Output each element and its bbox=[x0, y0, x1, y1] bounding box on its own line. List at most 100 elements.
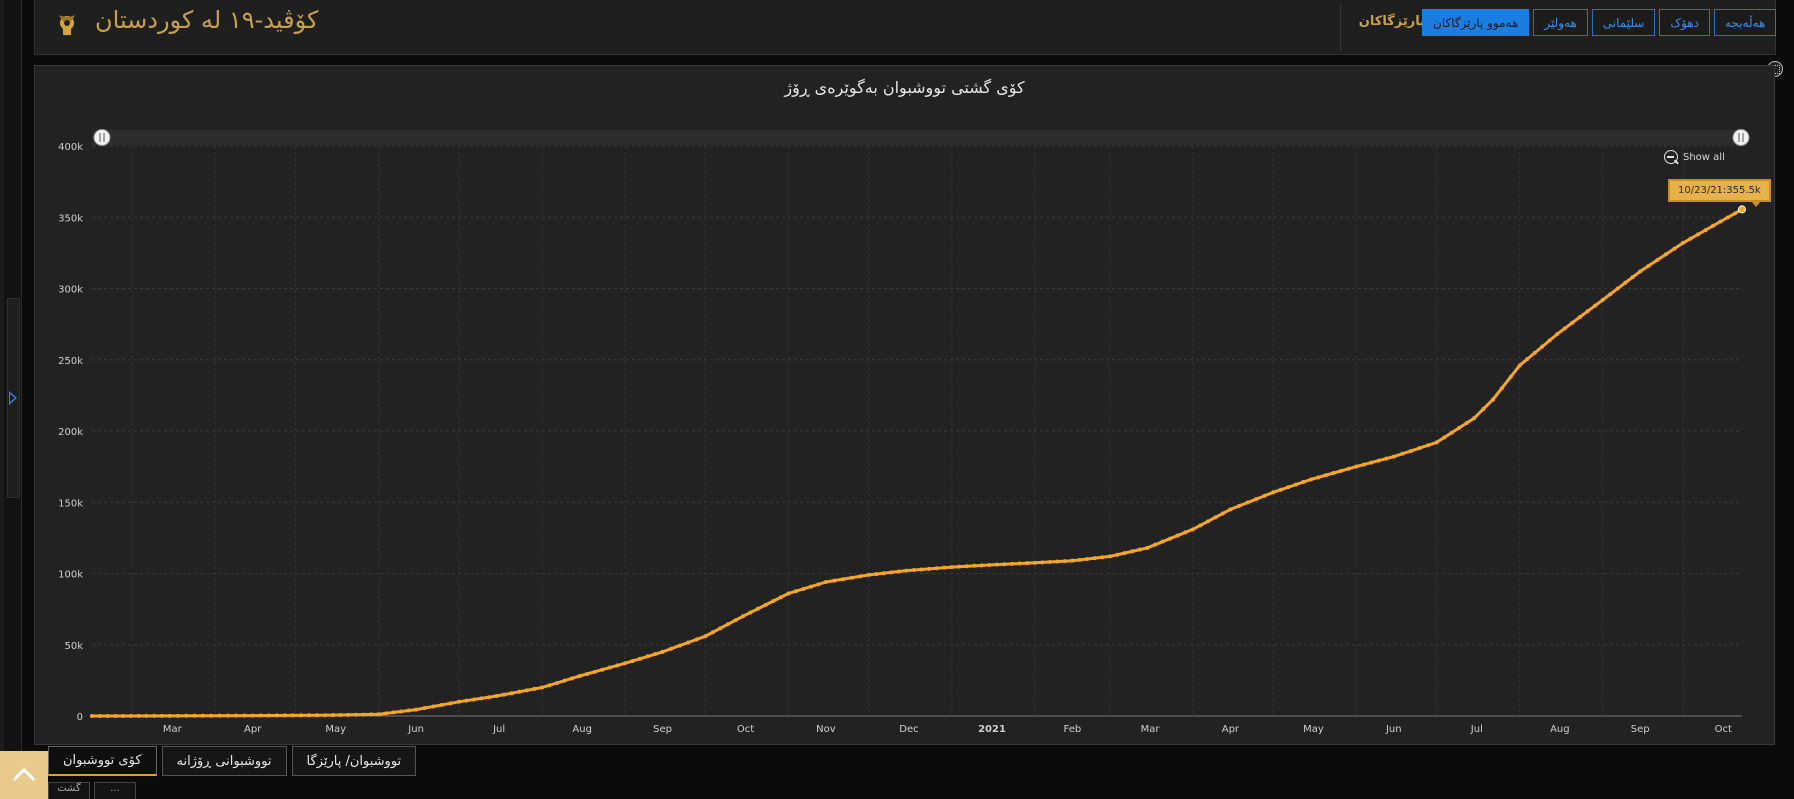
data-point bbox=[562, 678, 567, 683]
series-line bbox=[91, 208, 1743, 718]
data-point bbox=[1417, 446, 1422, 451]
data-point bbox=[949, 565, 954, 570]
data-point bbox=[686, 640, 691, 645]
scroll-to-top-button[interactable] bbox=[0, 751, 48, 799]
tab-1[interactable]: تووشبوانی ڕۆژانە bbox=[161, 746, 287, 776]
data-point bbox=[1198, 523, 1203, 528]
data-point bbox=[456, 699, 461, 704]
range-scrollbar bbox=[92, 130, 1742, 145]
data-point bbox=[1585, 309, 1590, 314]
x-tick-label: Aug bbox=[572, 724, 592, 735]
data-point bbox=[911, 568, 916, 573]
x-tick-label: Sep bbox=[1631, 724, 1650, 735]
data-point bbox=[331, 713, 336, 718]
bottom-strip-tab[interactable]: گشت bbox=[48, 782, 90, 799]
data-point bbox=[479, 696, 484, 701]
data-point bbox=[234, 713, 239, 718]
data-point bbox=[1040, 560, 1045, 565]
data-point bbox=[422, 706, 427, 711]
app-root: کۆڤید-١٩ لە کوردستان پارێزگاکان هەموو پا… bbox=[0, 0, 1794, 799]
data-point bbox=[353, 712, 358, 717]
data-point bbox=[1472, 416, 1477, 421]
data-point bbox=[725, 622, 730, 627]
data-point bbox=[486, 695, 491, 700]
data-point bbox=[1508, 374, 1513, 379]
data-point bbox=[152, 713, 157, 718]
data-point bbox=[1361, 462, 1366, 467]
data-point bbox=[653, 652, 658, 657]
data-point bbox=[703, 634, 708, 639]
data-point bbox=[858, 574, 863, 579]
data-point bbox=[1236, 503, 1241, 508]
show-all-button[interactable]: Show all bbox=[1664, 150, 1725, 164]
cumulative-cases-chart: 0 50k 100k 150k 200k 250k 300k 350k 400k Mar Apr Ma… bbox=[58, 129, 1750, 735]
data-point bbox=[517, 689, 522, 694]
data-point bbox=[740, 614, 745, 619]
range-handle-left[interactable] bbox=[93, 129, 111, 146]
data-point bbox=[1092, 556, 1097, 561]
data-point bbox=[786, 591, 791, 596]
bottom-strip-tab[interactable]: ... bbox=[94, 782, 136, 799]
data-point bbox=[121, 713, 126, 718]
data-point bbox=[1718, 219, 1723, 224]
data-point bbox=[369, 712, 374, 717]
data-point bbox=[1481, 406, 1486, 411]
data-point bbox=[1262, 493, 1267, 498]
data-point bbox=[90, 714, 94, 718]
show-all-label: Show all bbox=[1683, 151, 1725, 163]
data-point bbox=[1130, 549, 1135, 554]
data-point bbox=[159, 713, 164, 718]
data-point bbox=[1010, 561, 1015, 566]
y-tick-label: 100k bbox=[58, 570, 83, 581]
data-point bbox=[1615, 286, 1620, 291]
data-point bbox=[1725, 215, 1730, 220]
data-point bbox=[1245, 500, 1250, 505]
data-point bbox=[718, 626, 723, 631]
range-handle-right[interactable] bbox=[1732, 129, 1750, 146]
data-point bbox=[136, 713, 141, 718]
data-point bbox=[547, 683, 552, 688]
data-point bbox=[677, 643, 682, 648]
data-point bbox=[431, 704, 436, 709]
data-point bbox=[1464, 421, 1469, 426]
data-point bbox=[1376, 458, 1381, 463]
data-point bbox=[113, 713, 118, 718]
y-tick-label: 150k bbox=[58, 498, 83, 509]
bottom-strip: گشت... bbox=[48, 782, 136, 799]
data-point bbox=[934, 566, 939, 571]
data-point bbox=[97, 713, 102, 718]
data-point bbox=[414, 707, 419, 712]
x-tick-label: Jul bbox=[492, 724, 505, 735]
data-point bbox=[464, 698, 469, 703]
data-point bbox=[1703, 228, 1708, 233]
y-tick-label: 0 bbox=[77, 712, 83, 723]
data-point bbox=[1638, 269, 1643, 274]
data-point bbox=[1577, 315, 1582, 319]
data-point bbox=[406, 708, 411, 713]
x-tick-label: Nov bbox=[816, 724, 836, 735]
data-point bbox=[710, 630, 715, 635]
data-point bbox=[1152, 542, 1157, 547]
tab-0[interactable]: کۆی تووشبوان bbox=[48, 746, 157, 776]
data-point bbox=[1107, 554, 1112, 559]
data-point bbox=[957, 564, 962, 569]
data-point bbox=[266, 713, 271, 718]
data-point bbox=[1331, 471, 1336, 476]
data-point bbox=[832, 578, 837, 583]
data-point bbox=[1593, 303, 1598, 308]
data-point bbox=[1346, 466, 1351, 471]
tab-2[interactable]: تووشبوان/ پارێزگا bbox=[291, 746, 417, 776]
data-point bbox=[1408, 448, 1413, 453]
data-point bbox=[144, 713, 149, 718]
x-tick-label: Sep bbox=[653, 724, 672, 735]
data-point bbox=[1630, 275, 1635, 280]
data-point bbox=[904, 568, 909, 573]
data-point bbox=[1070, 558, 1075, 563]
data-point bbox=[849, 575, 854, 580]
data-point bbox=[315, 713, 319, 718]
data-point bbox=[874, 572, 879, 577]
data-point bbox=[384, 711, 389, 716]
data-point bbox=[258, 713, 263, 718]
data-point bbox=[638, 656, 643, 661]
x-tick-label: Oct bbox=[1715, 724, 1732, 735]
